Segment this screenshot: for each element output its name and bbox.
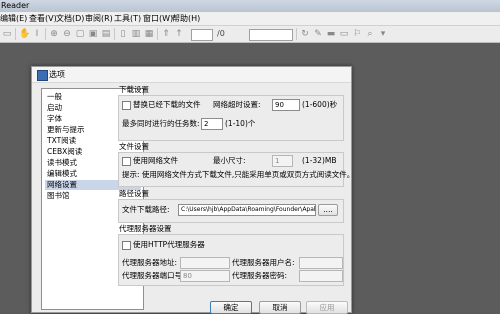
app-title: Reader	[1, 1, 30, 10]
menu-edit[interactable]: 编辑(E)	[0, 12, 27, 25]
min-size-range: (1-32)MB	[302, 156, 337, 165]
download-group-title: 下载设置	[119, 85, 149, 94]
replace-downloaded-label: 替换已经下载的文件	[133, 100, 201, 109]
min-size-label: 最小尺寸:	[213, 156, 246, 165]
nav-item-txt[interactable]: TXT阅读	[45, 136, 78, 146]
nav-item-cebx[interactable]: CEBX阅读	[45, 147, 84, 157]
print-icon[interactable]: ▭	[2, 29, 12, 39]
nav-item-edit-mode[interactable]: 编辑模式	[45, 169, 79, 179]
menu-review[interactable]: 审阅(R)	[85, 12, 113, 25]
annotate-icon[interactable]: ✎	[313, 29, 323, 39]
proxy-address-label: 代理服务器地址:	[122, 258, 178, 267]
use-proxy-label: 使用HTTP代理服务器	[133, 240, 205, 249]
max-tasks-input[interactable]: 2	[201, 118, 223, 130]
proxy-user-label: 代理服务器用户名:	[232, 258, 295, 267]
search-icon[interactable]: ⌕	[365, 29, 375, 39]
replace-downloaded-checkbox[interactable]	[122, 101, 131, 110]
apply-button[interactable]: 应用	[306, 301, 348, 314]
download-path-input[interactable]: C:\Users\hjb\AppData\Roaming\Founder\Apa…	[178, 204, 316, 216]
first-page-icon[interactable]: ⇑	[161, 29, 171, 39]
path-group-title: 路径设置	[119, 189, 149, 198]
use-network-file-label: 使用网络文件	[133, 156, 178, 165]
menu-tools[interactable]: 工具(T)	[114, 12, 141, 25]
use-network-file-checkbox[interactable]	[122, 157, 131, 166]
hand-tool-icon[interactable]: ✋	[19, 29, 30, 39]
cancel-button[interactable]: 取消	[259, 301, 301, 314]
zoom-level-select[interactable]	[249, 29, 293, 41]
proxy-password-label: 代理服务器密码:	[232, 271, 288, 280]
fit-page-icon[interactable]: ▣	[88, 29, 98, 39]
dialog-title: 选项	[49, 70, 65, 79]
proxy-port-label: 代理服务器端口号:	[122, 271, 185, 280]
highlight-icon[interactable]: ▬	[326, 29, 336, 39]
zoom-in-icon[interactable]: ⊕	[49, 29, 59, 39]
menu-window[interactable]: 窗口(W)	[143, 12, 173, 25]
file-group-title: 文件设置	[119, 142, 149, 151]
note-icon[interactable]: ▭	[339, 29, 349, 39]
zoom-out-icon[interactable]: ⊖	[62, 29, 72, 39]
proxy-password-input[interactable]	[299, 270, 343, 282]
proxy-address-input[interactable]	[180, 257, 230, 269]
download-path-label: 文件下载路径:	[122, 205, 170, 214]
more-icon[interactable]: ▾	[378, 29, 388, 39]
menu-help[interactable]: 帮助(H)	[172, 12, 200, 25]
timeout-range: (1-600)秒	[302, 100, 338, 109]
download-group: 替换已经下载的文件 网络超时设置: 90 (1-600)秒 最多同时进行的任务数…	[118, 95, 344, 141]
nav-item-library[interactable]: 图书馆	[45, 191, 72, 201]
dialog-app-icon	[37, 70, 48, 81]
facing-page-icon[interactable]: ▦	[144, 29, 154, 39]
continuous-page-icon[interactable]: ▥	[131, 29, 141, 39]
path-group: 文件下载路径: C:\Users\hjb\AppData\Roaming\Fou…	[118, 199, 344, 223]
options-dialog: 选项 一般 启动 字体 更新与提示 TXT阅读 CEBX阅读 读书模式 编辑模式…	[31, 66, 354, 314]
menu-document[interactable]: 文档(D)	[56, 12, 84, 25]
fit-width-icon[interactable]: ▤	[101, 29, 111, 39]
proxy-group: 使用HTTP代理服务器 代理服务器地址: 代理服务器用户名: 代理服务器端口号:…	[118, 234, 344, 286]
timeout-input[interactable]: 90	[272, 99, 300, 111]
single-page-icon[interactable]: ▯	[118, 29, 128, 39]
timeout-label: 网络超时设置:	[213, 100, 261, 109]
nav-item-general[interactable]: 一般	[45, 92, 64, 102]
select-text-icon[interactable]: I	[32, 29, 42, 39]
nav-item-reading-mode[interactable]: 读书模式	[45, 158, 79, 168]
max-tasks-range: (1-10)个	[225, 119, 256, 128]
toolbar: ▭ ✋ I ⊕ ⊖ ▢ ▣ ▤ ▯ ▥ ▦ ⇑ ↑ /0 ↻ ✎ ▬ ▭ ⚐ ⌕…	[0, 26, 500, 43]
actual-size-icon[interactable]: ▢	[75, 29, 85, 39]
ok-button[interactable]: 确定	[210, 301, 252, 314]
nav-item-font[interactable]: 字体	[45, 114, 64, 124]
nav-item-updates[interactable]: 更新与提示	[45, 125, 87, 135]
page-number-input[interactable]	[191, 29, 213, 41]
use-proxy-checkbox[interactable]	[122, 241, 131, 250]
bookmark-icon[interactable]: ⚐	[352, 29, 362, 39]
max-tasks-label: 最多同时进行的任务数:	[122, 119, 200, 128]
proxy-port-input[interactable]: 80	[180, 270, 230, 282]
nav-item-startup[interactable]: 启动	[45, 103, 64, 113]
dialog-titlebar[interactable]: 选项	[32, 67, 351, 83]
min-size-input[interactable]: 1	[272, 155, 293, 167]
file-hint: 提示: 使用网络文件方式下载文件,只能采用单页或双页方式阅读文件。	[122, 170, 355, 179]
browse-button[interactable]: ....	[318, 204, 338, 216]
menu-view[interactable]: 查看(V)	[29, 12, 57, 25]
file-group: 使用网络文件 最小尺寸: 1 (1-32)MB 提示: 使用网络文件方式下载文件…	[118, 152, 354, 187]
app-titlebar: Reader	[0, 0, 500, 12]
proxy-user-input[interactable]	[299, 257, 343, 269]
menu-bar: 编辑(E) 查看(V) 文档(D) 审阅(R) 工具(T) 窗口(W) 帮助(H…	[0, 12, 500, 26]
previous-page-icon[interactable]: ↑	[174, 29, 184, 39]
proxy-group-title: 代理服务器设置	[119, 224, 172, 233]
rotate-icon[interactable]: ↻	[300, 29, 310, 39]
page-count: /0	[217, 29, 225, 38]
